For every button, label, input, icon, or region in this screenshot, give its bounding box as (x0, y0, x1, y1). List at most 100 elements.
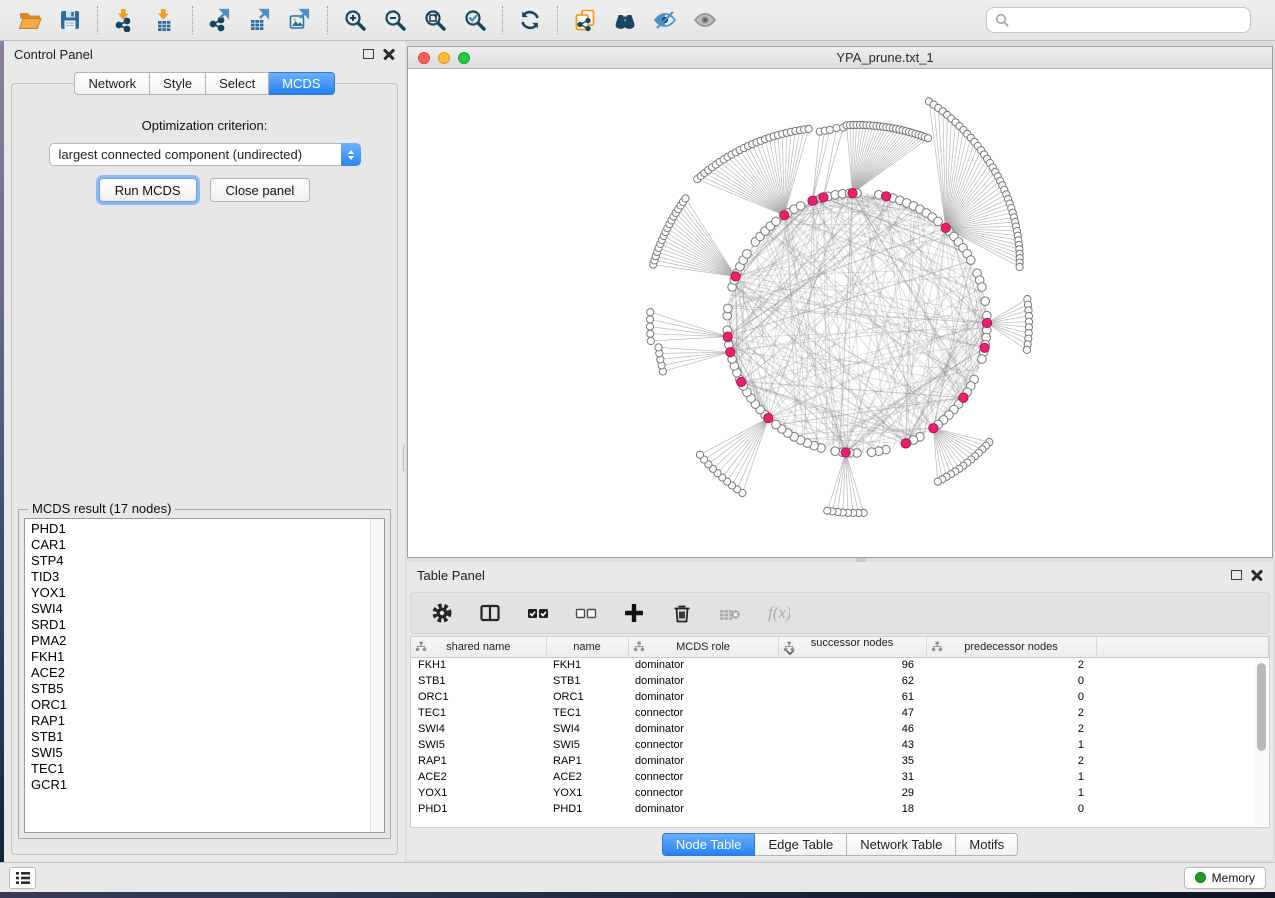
cell-MCDS-role[interactable]: connector (628, 737, 778, 753)
cell-shared-name[interactable]: SWI5 (411, 737, 546, 753)
cell-successor-nodes[interactable]: 18 (778, 801, 926, 817)
cell-MCDS-role[interactable]: connector (628, 769, 778, 785)
column-header-successor-nodes[interactable]: successor nodes (778, 637, 926, 657)
column-header-name[interactable]: name (546, 637, 628, 657)
mcds-result-item[interactable]: TID3 (31, 569, 384, 585)
show-all-button[interactable] (685, 3, 725, 37)
search-input[interactable] (1010, 13, 1242, 28)
open-session-button[interactable] (10, 3, 50, 37)
zoom-in-button[interactable] (335, 3, 375, 37)
cell-successor-nodes[interactable]: 31 (778, 769, 926, 785)
table-row[interactable]: SWI4SWI4dominator462 (411, 721, 1269, 737)
export-image-button[interactable] (280, 3, 320, 37)
cell-successor-nodes[interactable]: 61 (778, 689, 926, 705)
cell-successor-nodes[interactable]: 96 (778, 657, 926, 673)
mcds-result-item[interactable]: SRD1 (31, 617, 384, 633)
run-mcds-button[interactable]: Run MCDS (99, 178, 197, 202)
cell-predecessor-nodes[interactable]: 0 (926, 801, 1096, 817)
column-header-predecessor-nodes[interactable]: predecessor nodes (926, 637, 1096, 657)
mcds-result-item[interactable]: CAR1 (31, 537, 384, 553)
mcds-result-item[interactable]: STB5 (31, 681, 384, 697)
close-table-panel-icon[interactable] (1251, 569, 1263, 581)
cell-shared-name[interactable]: PHD1 (411, 801, 546, 817)
table-scrollbar[interactable] (1255, 659, 1268, 825)
cell-shared-name[interactable]: TEC1 (411, 705, 546, 721)
cell-successor-nodes[interactable]: 46 (778, 721, 926, 737)
cell-MCDS-role[interactable]: dominator (628, 801, 778, 817)
zoom-selected-button[interactable] (455, 3, 495, 37)
cell-shared-name[interactable]: ORC1 (411, 689, 546, 705)
table-row[interactable]: PHD1PHD1dominator180 (411, 801, 1269, 817)
tab-style[interactable]: Style (150, 72, 206, 95)
gear-button[interactable] (425, 596, 459, 630)
import-table-button[interactable] (145, 3, 185, 37)
refresh-view-button[interactable] (510, 3, 550, 37)
mcds-result-item[interactable]: GCR1 (31, 777, 384, 793)
float-panel-icon[interactable] (363, 49, 374, 59)
cell-shared-name[interactable]: RAP1 (411, 753, 546, 769)
mcds-result-item[interactable]: PHD1 (31, 521, 384, 537)
save-session-button[interactable] (50, 3, 90, 37)
cell-predecessor-nodes[interactable]: 1 (926, 785, 1096, 801)
table-row[interactable]: SWI5SWI5connector431 (411, 737, 1269, 753)
cell-predecessor-nodes[interactable]: 2 (926, 753, 1096, 769)
cell-successor-nodes[interactable]: 47 (778, 705, 926, 721)
cell-name[interactable]: ACE2 (546, 769, 628, 785)
cell-name[interactable]: PHD1 (546, 801, 628, 817)
memory-button[interactable]: Memory (1184, 867, 1266, 889)
cell-name[interactable]: FKH1 (546, 657, 628, 673)
tab-mcds[interactable]: MCDS (269, 72, 334, 95)
table-row[interactable]: STB1STB1dominator620 (411, 673, 1269, 689)
minimize-window-icon[interactable] (438, 52, 450, 64)
mcds-result-item[interactable]: ACE2 (31, 665, 384, 681)
deselect-all-columns-button[interactable] (569, 596, 603, 630)
table-row[interactable]: YOX1YOX1connector291 (411, 785, 1269, 801)
search-field[interactable] (986, 7, 1251, 33)
cell-name[interactable]: RAP1 (546, 753, 628, 769)
cell-predecessor-nodes[interactable]: 2 (926, 705, 1096, 721)
cell-predecessor-nodes[interactable]: 1 (926, 769, 1096, 785)
cell-MCDS-role[interactable]: dominator (628, 657, 778, 673)
cell-successor-nodes[interactable]: 29 (778, 785, 926, 801)
hide-selected-button[interactable] (645, 3, 685, 37)
network-window-titlebar[interactable]: YPA_prune.txt_1 (408, 47, 1272, 69)
cell-predecessor-nodes[interactable]: 1 (926, 737, 1096, 753)
table-row[interactable]: FKH1FKH1dominator962 (411, 657, 1269, 673)
close-panel-button[interactable]: Close panel (210, 178, 311, 202)
cell-shared-name[interactable]: YOX1 (411, 785, 546, 801)
cell-MCDS-role[interactable]: dominator (628, 673, 778, 689)
tab-network-table[interactable]: Network Table (847, 833, 956, 856)
cell-name[interactable]: ORC1 (546, 689, 628, 705)
cell-predecessor-nodes[interactable]: 2 (926, 721, 1096, 737)
cell-predecessor-nodes[interactable]: 2 (926, 657, 1096, 673)
mcds-result-item[interactable]: FKH1 (31, 649, 384, 665)
mcds-result-item[interactable]: SWI4 (31, 601, 384, 617)
mcds-result-item[interactable]: SWI5 (31, 745, 384, 761)
zoom-window-icon[interactable] (458, 52, 470, 64)
table-row[interactable]: TEC1TEC1connector472 (411, 705, 1269, 721)
select-all-columns-button[interactable] (521, 596, 555, 630)
cell-shared-name[interactable]: STB1 (411, 673, 546, 689)
panel-toggle-button[interactable] (9, 867, 36, 889)
add-column-button[interactable] (617, 596, 651, 630)
criterion-dropdown[interactable]: largest connected component (undirected) (49, 143, 361, 166)
table-row[interactable]: ORC1ORC1dominator610 (411, 689, 1269, 705)
delete-table-button[interactable] (713, 596, 747, 630)
cell-shared-name[interactable]: FKH1 (411, 657, 546, 673)
cell-successor-nodes[interactable]: 43 (778, 737, 926, 753)
network-canvas[interactable] (408, 69, 1272, 557)
split-view-button[interactable] (473, 596, 507, 630)
tab-edge-table[interactable]: Edge Table (755, 833, 847, 856)
tab-select[interactable]: Select (206, 72, 269, 95)
table-row[interactable]: RAP1RAP1dominator352 (411, 753, 1269, 769)
mcds-result-item[interactable]: PMA2 (31, 633, 384, 649)
close-window-icon[interactable] (418, 52, 430, 64)
export-table-button[interactable] (240, 3, 280, 37)
tab-node-table[interactable]: Node Table (662, 833, 756, 856)
column-header-shared-name[interactable]: shared name (411, 637, 546, 657)
mcds-result-item[interactable]: RAP1 (31, 713, 384, 729)
cell-name[interactable]: YOX1 (546, 785, 628, 801)
mcds-result-item[interactable]: YOX1 (31, 585, 384, 601)
mcds-list-scrollbar[interactable] (370, 519, 384, 832)
cell-MCDS-role[interactable]: dominator (628, 689, 778, 705)
